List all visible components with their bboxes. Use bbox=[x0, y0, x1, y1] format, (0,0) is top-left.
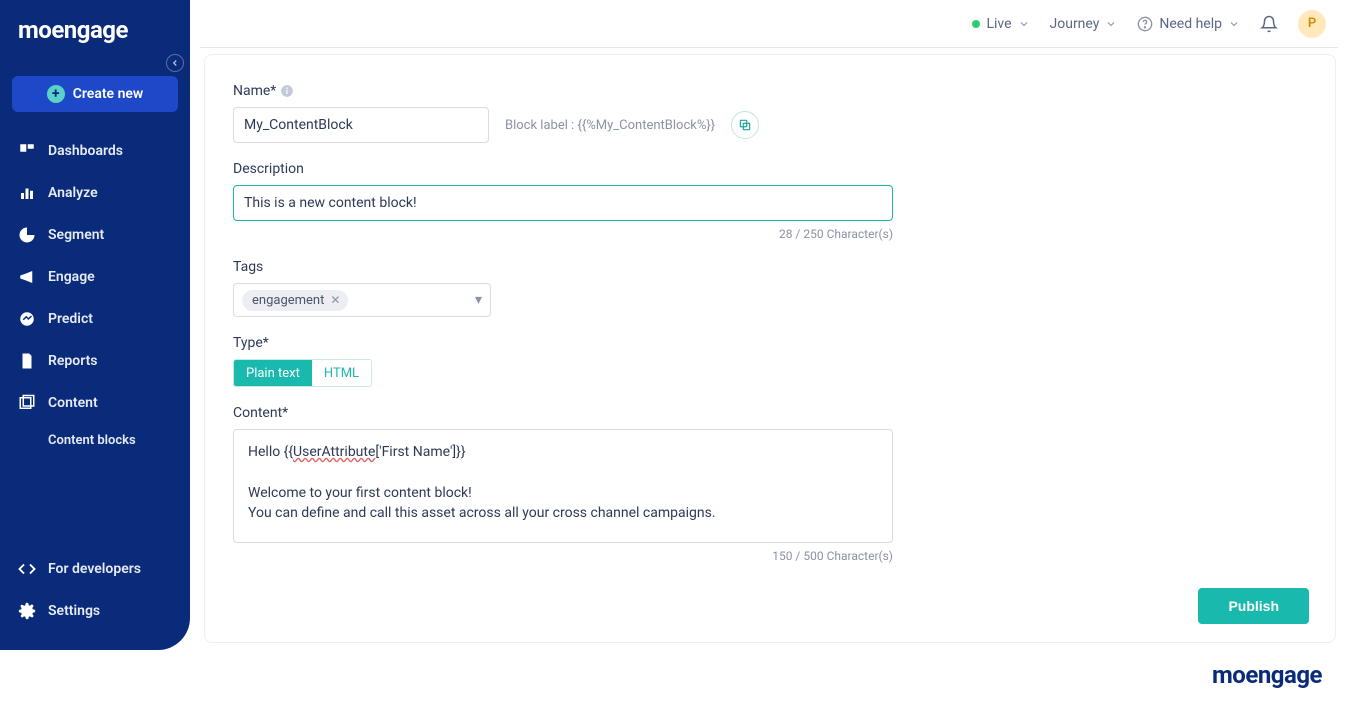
sidebar-subitem-content-blocks[interactable]: Content blocks bbox=[0, 424, 190, 456]
tag-chip-label: engagement bbox=[252, 293, 324, 308]
primary-nav: Dashboards Analyze Segment Engage Predic… bbox=[0, 126, 190, 460]
content-label: Content* bbox=[233, 405, 1307, 421]
content-textarea[interactable]: Hello {{UserAttribute['First Name']}} We… bbox=[233, 429, 893, 543]
journey-dropdown[interactable]: Journey bbox=[1050, 16, 1118, 32]
sidebar-item-label: Reports bbox=[48, 353, 98, 369]
description-input[interactable] bbox=[233, 185, 893, 221]
type-toggle-group: Plain text HTML bbox=[233, 359, 372, 387]
notifications-button[interactable] bbox=[1260, 15, 1278, 33]
content-field-group: Content* Hello {{UserAttribute['First Na… bbox=[233, 405, 1307, 563]
type-label: Type* bbox=[233, 335, 1307, 351]
sidebar-item-label: For developers bbox=[48, 561, 141, 577]
chevron-down-icon bbox=[1228, 18, 1240, 30]
sidebar-item-label: Content bbox=[48, 395, 98, 411]
create-new-button[interactable]: + Create new bbox=[12, 76, 178, 112]
user-avatar[interactable]: P bbox=[1298, 10, 1326, 38]
info-icon bbox=[280, 84, 294, 98]
live-status-dropdown[interactable]: Live bbox=[972, 16, 1029, 32]
live-label: Live bbox=[986, 16, 1011, 32]
caret-down-icon: ▾ bbox=[475, 292, 482, 308]
sidebar-item-engage[interactable]: Engage bbox=[0, 256, 190, 298]
need-help-dropdown[interactable]: Need help bbox=[1137, 16, 1240, 32]
tags-field-group: Tags engagement ✕ ▾ bbox=[233, 259, 1307, 317]
type-field-group: Type* Plain text HTML bbox=[233, 335, 1307, 387]
analyze-icon bbox=[18, 184, 36, 202]
sidebar-item-label: Dashboards bbox=[48, 143, 123, 159]
journey-label: Journey bbox=[1050, 16, 1100, 32]
sidebar-item-predict[interactable]: Predict bbox=[0, 298, 190, 340]
topbar: Live Journey Need help P bbox=[200, 0, 1338, 48]
sidebar-item-content[interactable]: Content bbox=[0, 382, 190, 424]
tags-label: Tags bbox=[233, 259, 1307, 275]
publish-row: Publish bbox=[1198, 588, 1309, 624]
dashboard-icon bbox=[18, 142, 36, 160]
tag-chip: engagement ✕ bbox=[242, 290, 348, 311]
content-block-form-card: Name* Block label : {{%My_ContentBlock%}… bbox=[204, 54, 1336, 643]
code-icon bbox=[18, 560, 36, 578]
sidebar-item-settings[interactable]: Settings bbox=[0, 590, 190, 632]
copy-icon bbox=[738, 118, 752, 132]
collapse-sidebar-button[interactable] bbox=[166, 54, 184, 72]
plus-icon: + bbox=[47, 85, 65, 103]
need-help-label: Need help bbox=[1159, 16, 1222, 32]
block-label-text: Block label : {{%My_ContentBlock%}} bbox=[505, 118, 715, 133]
predict-icon bbox=[18, 310, 36, 328]
sidebar-item-label: Settings bbox=[48, 603, 100, 619]
sidebar-item-dashboards[interactable]: Dashboards bbox=[0, 130, 190, 172]
name-label: Name* bbox=[233, 83, 1307, 99]
description-counter: 28 / 250 Character(s) bbox=[233, 227, 893, 241]
type-plain-text-button[interactable]: Plain text bbox=[234, 360, 312, 386]
live-dot-icon bbox=[972, 20, 980, 28]
tags-select[interactable]: engagement ✕ ▾ bbox=[233, 283, 491, 317]
sidebar-item-label: Engage bbox=[48, 269, 95, 285]
reports-icon bbox=[18, 352, 36, 370]
name-input[interactable] bbox=[233, 107, 489, 143]
chevron-down-icon bbox=[1105, 18, 1117, 30]
footer-brand-logo: moengage bbox=[1212, 661, 1322, 689]
name-field-group: Name* Block label : {{%My_ContentBlock%}… bbox=[233, 83, 1307, 143]
sidebar-item-segment[interactable]: Segment bbox=[0, 214, 190, 256]
segment-icon bbox=[18, 226, 36, 244]
chevron-left-icon bbox=[170, 58, 180, 68]
tag-remove-button[interactable]: ✕ bbox=[330, 293, 340, 307]
sidebar: moengage + Create new Dashboards Analyze… bbox=[0, 0, 190, 650]
copy-block-label-button[interactable] bbox=[731, 111, 759, 139]
sidebar-item-label: Predict bbox=[48, 311, 93, 327]
help-icon bbox=[1137, 16, 1153, 32]
content-icon bbox=[18, 394, 36, 412]
type-html-button[interactable]: HTML bbox=[312, 360, 371, 386]
sidebar-item-label: Segment bbox=[48, 227, 104, 243]
engage-icon bbox=[18, 268, 36, 286]
sidebar-item-reports[interactable]: Reports bbox=[0, 340, 190, 382]
gear-icon bbox=[18, 602, 36, 620]
avatar-initial: P bbox=[1308, 16, 1316, 31]
brand-logo: moengage bbox=[0, 0, 190, 56]
description-label: Description bbox=[233, 161, 1307, 177]
content-counter: 150 / 500 Character(s) bbox=[233, 549, 893, 563]
description-field-group: Description 28 / 250 Character(s) bbox=[233, 161, 1307, 241]
sidebar-item-analyze[interactable]: Analyze bbox=[0, 172, 190, 214]
chevron-down-icon bbox=[1018, 18, 1030, 30]
bell-icon bbox=[1260, 15, 1278, 33]
sidebar-bottom-nav: For developers Settings bbox=[0, 548, 190, 632]
sidebar-item-label: Analyze bbox=[48, 185, 98, 201]
publish-button[interactable]: Publish bbox=[1198, 588, 1309, 624]
sidebar-item-for-developers[interactable]: For developers bbox=[0, 548, 190, 590]
sidebar-subitem-label: Content blocks bbox=[48, 433, 136, 448]
create-new-label: Create new bbox=[73, 86, 144, 102]
